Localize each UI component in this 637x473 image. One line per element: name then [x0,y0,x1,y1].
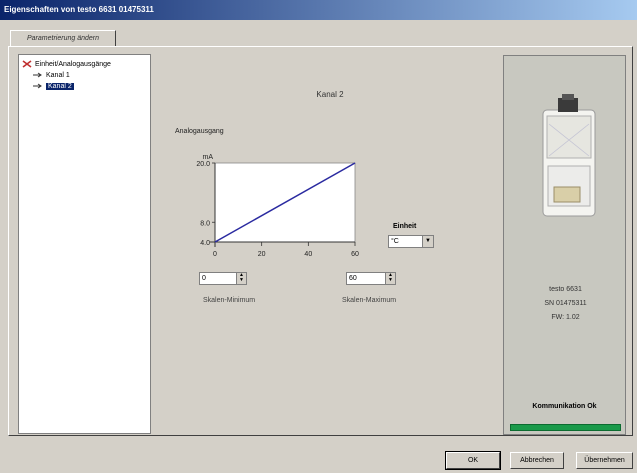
window-title: Eigenschaften von testo 6631 01475311 [4,5,154,14]
tab-parametrierung[interactable]: Parametrierung ändern [10,30,116,47]
tree-item-kanal-1-label: Kanal 1 [46,72,70,79]
scale-max-label: Skalen-Maximum [342,297,397,304]
ok-button[interactable]: OK [445,451,501,470]
scale-max-value: 60 [349,275,357,282]
x-tick-label: 20 [258,251,266,258]
y-tick-label: 4.0 [200,240,210,247]
apply-button[interactable]: Übernehmen [576,452,633,469]
channel-icon [33,82,43,90]
tree-item-kanal-2-label: Kanal 2 [46,83,74,90]
tree-item-root-label: Einheit/Analogausgänge [35,61,111,68]
device-firmware: FW: 1.02 [551,314,580,321]
comm-status-bar [510,424,621,431]
chevron-down-icon[interactable]: ▼ [422,236,433,247]
scale-min-label: Skalen-Minimum [203,297,256,304]
scale-max-spin-buttons[interactable]: ▲ ▼ [385,273,395,284]
scale-min-stepper[interactable]: 0 ▲ ▼ [199,272,247,285]
tree-item-kanal-1[interactable]: Kanal 1 [33,71,70,81]
channel-icon [33,71,43,79]
scale-min-value: 0 [202,275,206,282]
device-icon [22,60,32,68]
device-serial: SN 01475311 [544,300,587,307]
analog-output-chart: mA20.0 8.0 4.00 20 40 60 [196,154,359,258]
channel-tree[interactable]: Einheit/Analogausgänge Kanal 1 Kanal 2 [18,54,151,434]
window-title-bar: Eigenschaften von testo 6631 01475311 [0,0,637,20]
unit-value: °C [391,238,399,245]
unit-label: Einheit [393,223,417,230]
chart-heading: Analogausgang [175,128,224,135]
unit-select[interactable]: °C ▼ [388,235,434,248]
y-unit-label: mA [203,154,214,161]
spin-down-icon[interactable]: ▼ [237,278,246,283]
spin-down-icon[interactable]: ▼ [386,278,395,283]
cancel-button[interactable]: Abbrechen [510,452,564,469]
scale-min-spin-buttons[interactable]: ▲ ▼ [236,273,246,284]
tree-item-kanal-2[interactable]: Kanal 2 [33,82,74,92]
y-tick-label: 20.0 [196,161,210,168]
device-panel: testo 6631 SN 01475311 FW: 1.02 Kommunik… [503,55,626,435]
scale-max-stepper[interactable]: 60 ▲ ▼ [346,272,396,285]
device-image [542,94,596,217]
x-tick-label: 40 [304,251,312,258]
channel-title: Kanal 2 [316,90,344,99]
x-tick-label: 60 [351,251,359,258]
y-tick-label: 8.0 [200,220,210,227]
comm-status-label: Kommunikation Ok [532,403,597,410]
device-model: testo 6631 [549,286,582,293]
tree-item-root[interactable]: Einheit/Analogausgänge [22,60,111,70]
x-tick-label: 0 [213,251,217,258]
